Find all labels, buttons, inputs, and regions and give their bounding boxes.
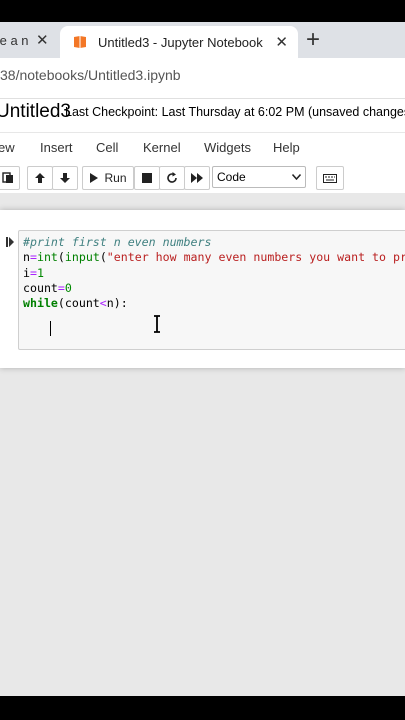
run-cell-icon[interactable]: [6, 237, 14, 247]
code-keyword: while: [23, 296, 58, 311]
menu-widgets[interactable]: Widgets: [204, 140, 251, 155]
code-token: (: [57, 250, 65, 265]
tab-active[interactable]: Untitled3 - Jupyter Notebook ✕: [60, 26, 298, 58]
code-token: int: [36, 250, 58, 265]
tab-strip: te a n ✕ Untitled3 - Jupyter Notebook ✕ …: [0, 22, 405, 58]
notebook-name[interactable]: Untitled3: [0, 101, 71, 123]
run-label: Run: [104, 171, 127, 185]
url-text[interactable]: 38/notebooks/Untitled3.ipynb: [0, 67, 181, 83]
fast-forward-icon: [191, 173, 203, 183]
code-comment: #print first n even numbers: [23, 235, 212, 249]
code-token: =: [29, 265, 37, 280]
run-button[interactable]: Run: [82, 166, 134, 190]
keyboard-icon: [323, 173, 337, 183]
code-editor[interactable]: #print first n even numbers n=int(input(…: [23, 235, 405, 311]
close-icon[interactable]: ✕: [36, 31, 49, 49]
code-token: 1: [36, 265, 44, 280]
restart-icon: [167, 172, 177, 183]
jupyter-book-icon: [74, 36, 86, 48]
code-token: =: [57, 280, 65, 295]
move-down-button[interactable]: [52, 166, 78, 190]
code-string: "enter how many even numbers you want to…: [106, 250, 405, 265]
code-token: (: [99, 250, 107, 265]
toolbar: Run Code: [0, 163, 405, 193]
address-bar[interactable]: 38/notebooks/Untitled3.ipynb: [0, 58, 405, 99]
tab-inactive-label: te a n: [0, 32, 29, 48]
checkpoint-status: Last Checkpoint: Last Thursday at 6:02 P…: [65, 105, 405, 119]
menu-view[interactable]: ew: [0, 140, 15, 155]
code-cell[interactable]: #print first n even numbers n=int(input(…: [18, 230, 405, 350]
chevron-down-icon: [292, 174, 301, 180]
menu-help[interactable]: Help: [273, 140, 300, 155]
code-token: =: [29, 250, 37, 265]
cell-prompt-icon: [6, 237, 14, 250]
restart-run-all-button[interactable]: [184, 166, 210, 190]
tab-inactive[interactable]: te a n ✕: [0, 22, 58, 58]
command-palette-button[interactable]: [316, 166, 344, 190]
menu-kernel[interactable]: Kernel: [143, 140, 181, 155]
code-token: i: [23, 265, 30, 280]
close-icon[interactable]: ✕: [275, 33, 288, 51]
interrupt-button[interactable]: [134, 166, 160, 190]
code-token: n):: [106, 296, 128, 311]
paste-icon: [2, 172, 13, 183]
stop-icon: [142, 173, 152, 183]
new-tab-button[interactable]: +: [306, 25, 320, 55]
notebook-container: #print first n even numbers n=int(input(…: [0, 210, 405, 368]
paste-button[interactable]: [0, 166, 20, 190]
play-icon: [90, 173, 99, 183]
i-beam-cursor-icon: [154, 315, 160, 333]
menu-insert[interactable]: Insert: [40, 140, 73, 155]
code-token: count: [23, 280, 58, 295]
move-up-button[interactable]: [27, 166, 53, 190]
code-token: 0: [64, 280, 72, 295]
cell-type-select[interactable]: Code: [212, 166, 306, 188]
menu-cell[interactable]: Cell: [96, 140, 118, 155]
browser-window: te a n ✕ Untitled3 - Jupyter Notebook ✕ …: [0, 22, 405, 696]
menubar: ew Insert Cell Kernel Widgets Help: [0, 132, 405, 164]
code-token: n: [23, 250, 30, 265]
code-token: (count: [57, 296, 100, 311]
tab-active-label: Untitled3 - Jupyter Notebook: [98, 34, 263, 50]
text-caret: [50, 321, 51, 336]
arrow-down-icon: [60, 173, 70, 183]
restart-button[interactable]: [159, 166, 185, 190]
code-token: <: [99, 296, 107, 311]
code-token: input: [64, 250, 100, 265]
arrow-up-icon: [35, 173, 45, 183]
cell-type-value: Code: [217, 170, 246, 184]
